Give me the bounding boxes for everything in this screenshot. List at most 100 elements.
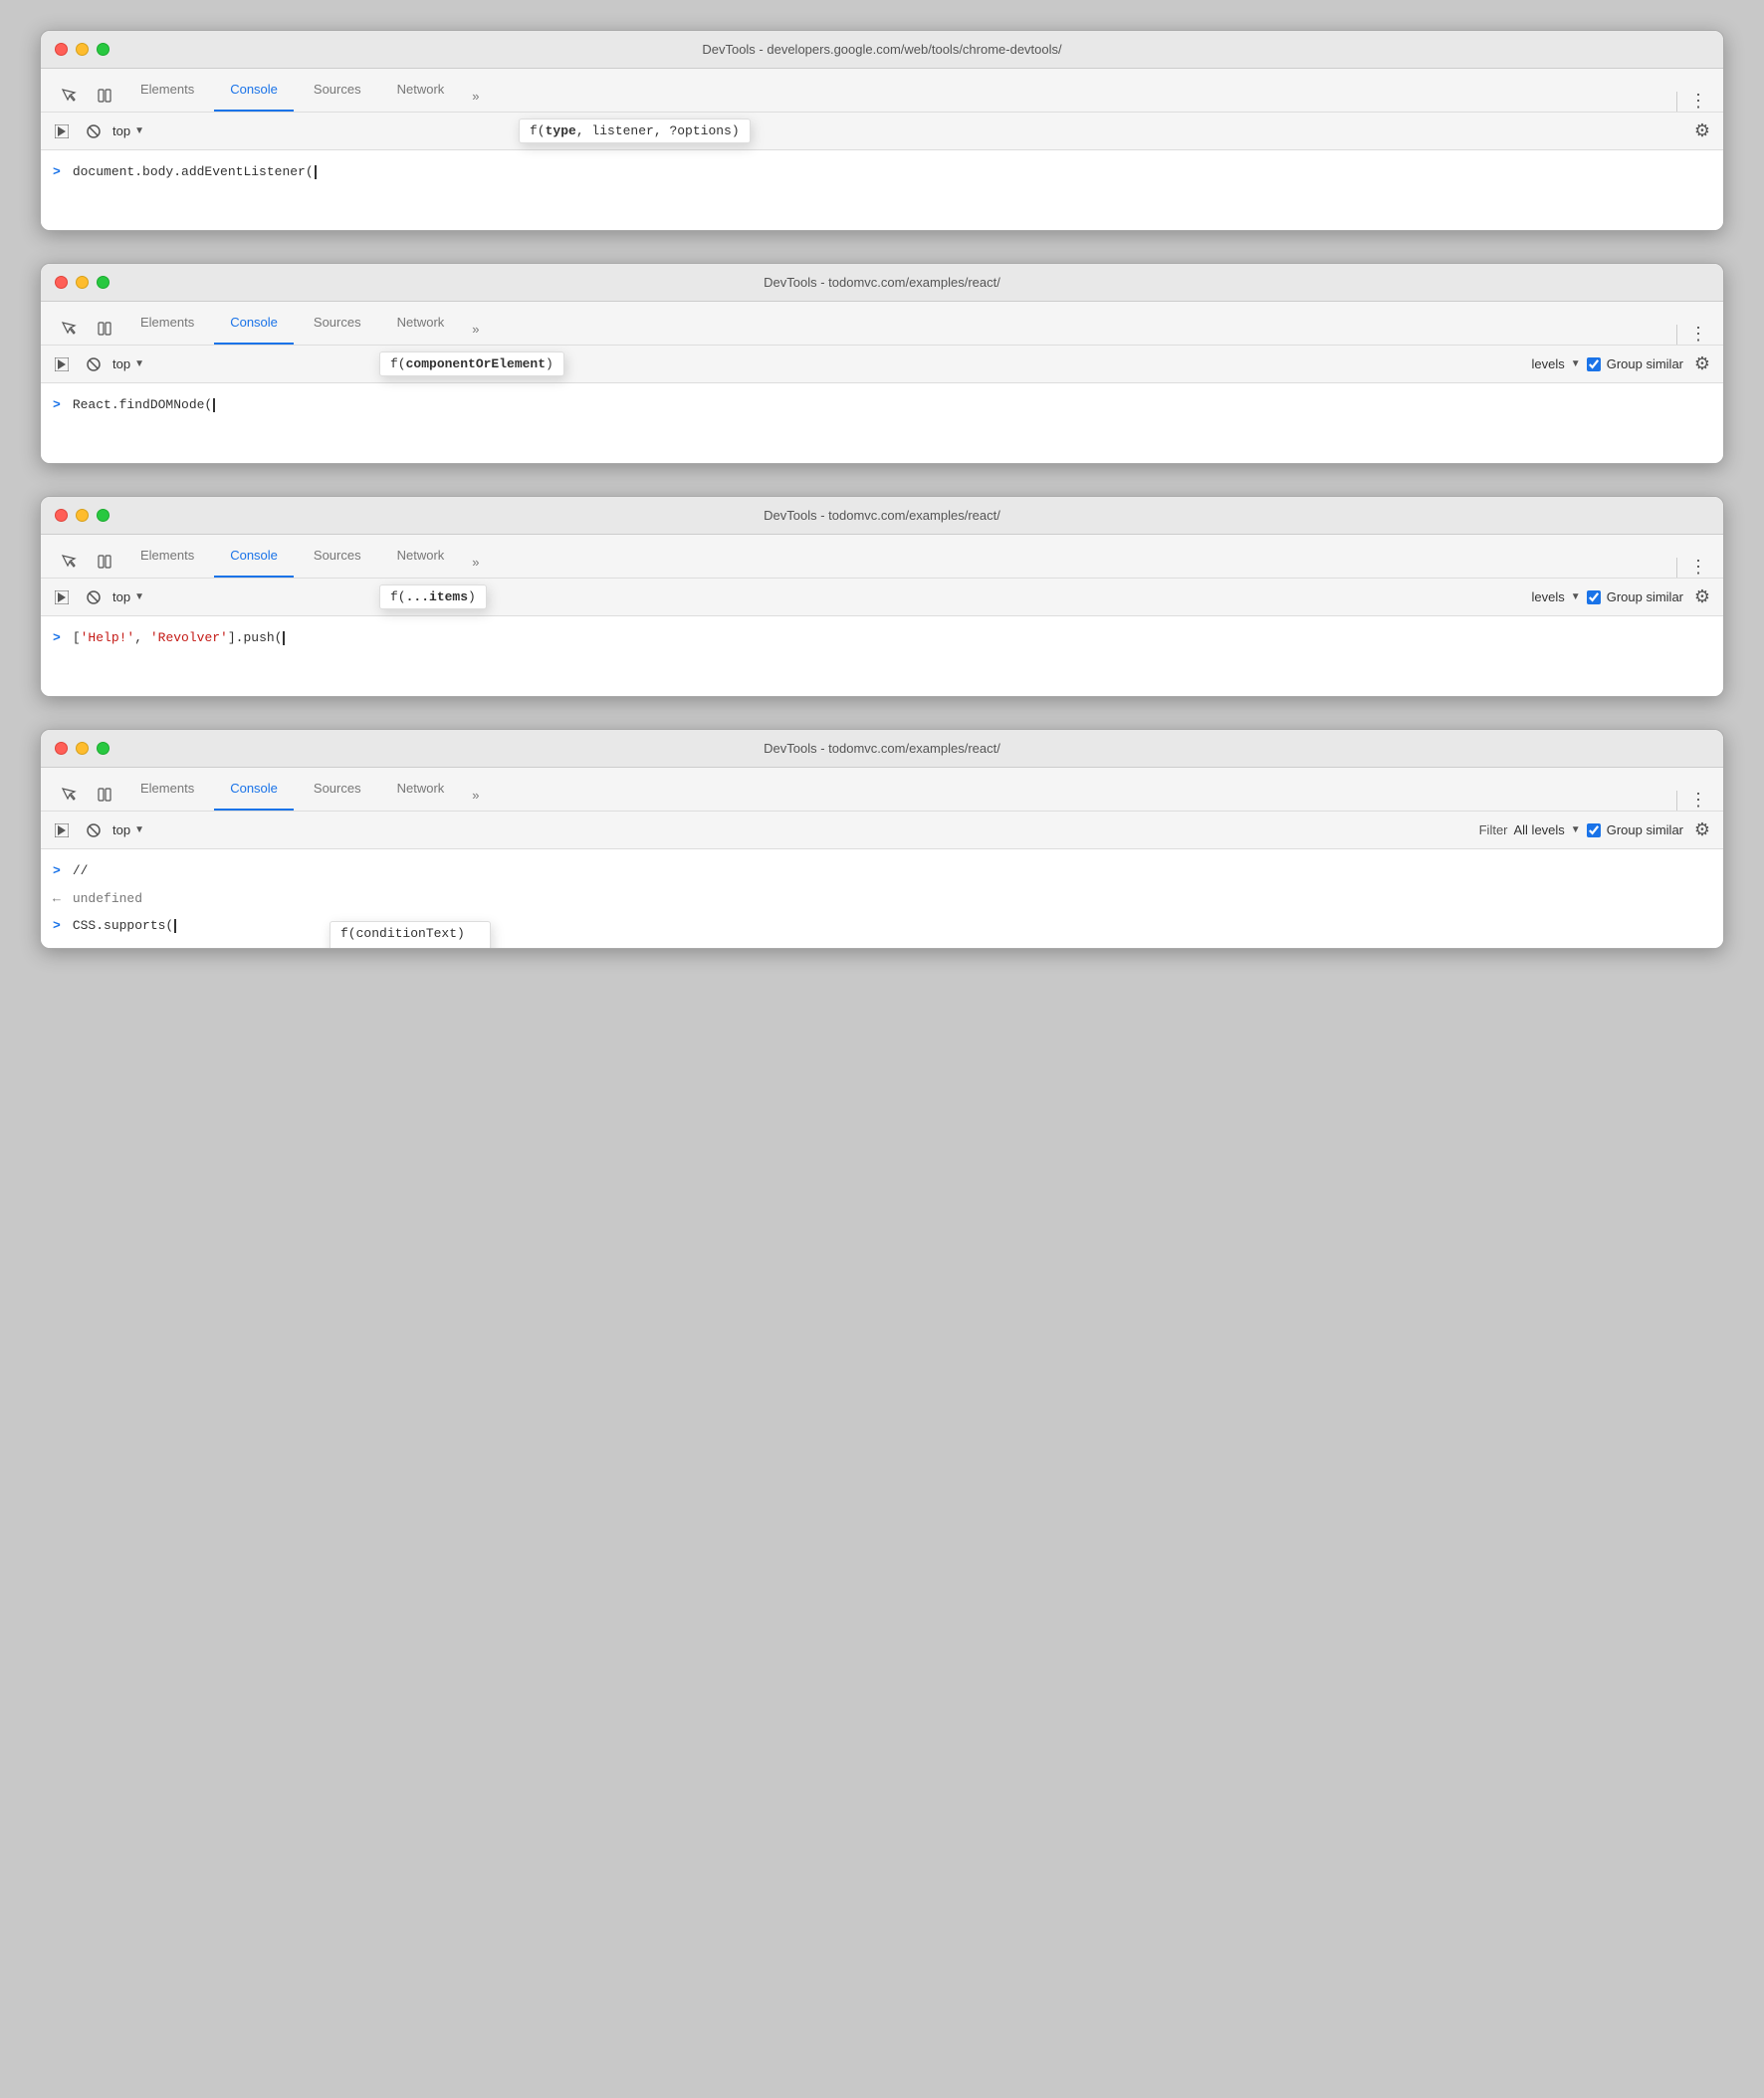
- close-button-2[interactable]: [55, 276, 68, 289]
- play-icon-1[interactable]: [49, 118, 75, 144]
- tab-more-2[interactable]: »: [464, 314, 487, 345]
- group-similar-label-3: Group similar: [1607, 589, 1683, 604]
- console-code-4a[interactable]: //: [73, 861, 89, 881]
- context-selector-4[interactable]: top ▼: [112, 822, 144, 837]
- tab-console-4[interactable]: Console: [214, 768, 294, 811]
- group-similar-checkbox-3[interactable]: [1587, 590, 1601, 604]
- tab-sources-2[interactable]: Sources: [298, 302, 377, 345]
- close-button-4[interactable]: [55, 742, 68, 755]
- tab-sources-3[interactable]: Sources: [298, 535, 377, 578]
- inspect-icon-2[interactable]: [53, 313, 85, 345]
- console-code-2[interactable]: React.findDOMNode(: [73, 395, 215, 415]
- tabbar-4: Elements Console Sources Network » ⋮: [41, 768, 1723, 812]
- more-options-icon-2[interactable]: ⋮: [1689, 324, 1707, 345]
- tab-console-3[interactable]: Console: [214, 535, 294, 578]
- toolbar-3: top ▼ f(...items) levels ▼ Group similar…: [41, 579, 1723, 616]
- titlebar-2: DevTools - todomvc.com/examples/react/: [41, 264, 1723, 302]
- console-area-1: > document.body.addEventListener(: [41, 150, 1723, 230]
- tabbar-1: Elements Console Sources Network » ⋮: [41, 69, 1723, 113]
- play-icon-3[interactable]: [49, 584, 75, 610]
- close-button-1[interactable]: [55, 43, 68, 56]
- context-selector-2[interactable]: top ▼: [112, 356, 144, 371]
- tab-network-4[interactable]: Network: [381, 768, 461, 811]
- minimize-button-4[interactable]: [76, 742, 89, 755]
- play-icon-4[interactable]: [49, 817, 75, 843]
- context-selector-1[interactable]: top ▼: [112, 123, 144, 138]
- context-selector-3[interactable]: top ▼: [112, 589, 144, 604]
- tab-network-1[interactable]: Network: [381, 69, 461, 112]
- tab-console-1[interactable]: Console: [214, 69, 294, 112]
- inspect-icon-3[interactable]: [53, 546, 85, 578]
- tab-network-3[interactable]: Network: [381, 535, 461, 578]
- console-area-3: > ['Help!', 'Revolver'].push(: [41, 616, 1723, 696]
- autocomplete-tooltip-1: f(type, listener, ?options): [519, 118, 751, 143]
- maximize-button-4[interactable]: [97, 742, 110, 755]
- tab-elements-4[interactable]: Elements: [124, 768, 210, 811]
- console-code-3[interactable]: ['Help!', 'Revolver'].push(: [73, 628, 286, 648]
- ban-icon-4[interactable]: [81, 817, 107, 843]
- autocomplete-item-4-1[interactable]: f(conditionText): [331, 922, 490, 945]
- group-similar-checkbox-2[interactable]: [1587, 357, 1601, 371]
- console-line-4b: ← undefined: [41, 885, 1723, 913]
- ban-icon-2[interactable]: [81, 351, 107, 377]
- multi-autocomplete-4: f(conditionText) f(property, value): [330, 921, 491, 949]
- devtools-window-2: DevTools - todomvc.com/examples/react/ E…: [40, 263, 1724, 464]
- toggle-icon-3[interactable]: [89, 546, 120, 578]
- tab-dots-2: ⋮: [1676, 324, 1711, 345]
- more-options-icon-1[interactable]: ⋮: [1689, 91, 1707, 112]
- maximize-button-2[interactable]: [97, 276, 110, 289]
- levels-label-4: All levels: [1514, 822, 1565, 837]
- toggle-icon-1[interactable]: [89, 80, 120, 112]
- gear-icon-1[interactable]: ⚙: [1689, 118, 1715, 144]
- tab-more-3[interactable]: »: [464, 547, 487, 578]
- filter-label-4: Filter: [1479, 822, 1508, 837]
- titlebar-title-3: DevTools - todomvc.com/examples/react/: [764, 508, 1000, 523]
- maximize-button-1[interactable]: [97, 43, 110, 56]
- console-prompt-1: >: [53, 162, 61, 182]
- gear-icon-3[interactable]: ⚙: [1689, 584, 1715, 610]
- gear-icon-2[interactable]: ⚙: [1689, 351, 1715, 377]
- minimize-button-3[interactable]: [76, 509, 89, 522]
- tab-console-2[interactable]: Console: [214, 302, 294, 345]
- console-prompt-2: >: [53, 395, 61, 415]
- vertical-divider-1: [1676, 92, 1677, 112]
- tabbar-3: Elements Console Sources Network » ⋮: [41, 535, 1723, 579]
- autocomplete-tooltip-3: f(...items): [379, 584, 487, 609]
- tab-network-2[interactable]: Network: [381, 302, 461, 345]
- toolbar-2: top ▼ f(componentOrElement) levels ▼ Gro…: [41, 346, 1723, 383]
- toggle-icon-2[interactable]: [89, 313, 120, 345]
- toolbar-1: top ▼ f(type, listener, ?options) ⚙: [41, 113, 1723, 150]
- ban-icon-1[interactable]: [81, 118, 107, 144]
- tab-sources-4[interactable]: Sources: [298, 768, 377, 811]
- toolbar-4: top ▼ Filter All levels ▼ Group similar …: [41, 812, 1723, 849]
- minimize-button-1[interactable]: [76, 43, 89, 56]
- inspect-icon-1[interactable]: [53, 80, 85, 112]
- gear-icon-4[interactable]: ⚙: [1689, 817, 1715, 843]
- autocomplete-item-4-2[interactable]: f(property, value): [331, 945, 490, 949]
- minimize-button-2[interactable]: [76, 276, 89, 289]
- titlebar-title-4: DevTools - todomvc.com/examples/react/: [764, 741, 1000, 756]
- console-code-4c[interactable]: CSS.supports(: [73, 916, 176, 936]
- inspect-icon-4[interactable]: [53, 779, 85, 811]
- tab-more-1[interactable]: »: [464, 81, 487, 112]
- dropdown-arrow-1: ▼: [134, 125, 144, 136]
- tab-more-4[interactable]: »: [464, 780, 487, 811]
- group-similar-label-4: Group similar: [1607, 822, 1683, 837]
- dropdown-arrow-2: ▼: [134, 358, 144, 369]
- console-line-2: > React.findDOMNode(: [41, 391, 1723, 419]
- tab-elements-3[interactable]: Elements: [124, 535, 210, 578]
- more-options-icon-3[interactable]: ⋮: [1689, 557, 1707, 578]
- maximize-button-3[interactable]: [97, 509, 110, 522]
- more-options-icon-4[interactable]: ⋮: [1689, 790, 1707, 811]
- tab-sources-1[interactable]: Sources: [298, 69, 377, 112]
- console-code-1[interactable]: document.body.addEventListener(: [73, 162, 317, 182]
- toggle-icon-4[interactable]: [89, 779, 120, 811]
- ban-icon-3[interactable]: [81, 584, 107, 610]
- play-icon-2[interactable]: [49, 351, 75, 377]
- tab-elements-1[interactable]: Elements: [124, 69, 210, 112]
- tab-dots-4: ⋮: [1676, 790, 1711, 811]
- console-line-4c: > CSS.supports(: [41, 912, 1723, 940]
- tab-elements-2[interactable]: Elements: [124, 302, 210, 345]
- group-similar-checkbox-4[interactable]: [1587, 823, 1601, 837]
- close-button-3[interactable]: [55, 509, 68, 522]
